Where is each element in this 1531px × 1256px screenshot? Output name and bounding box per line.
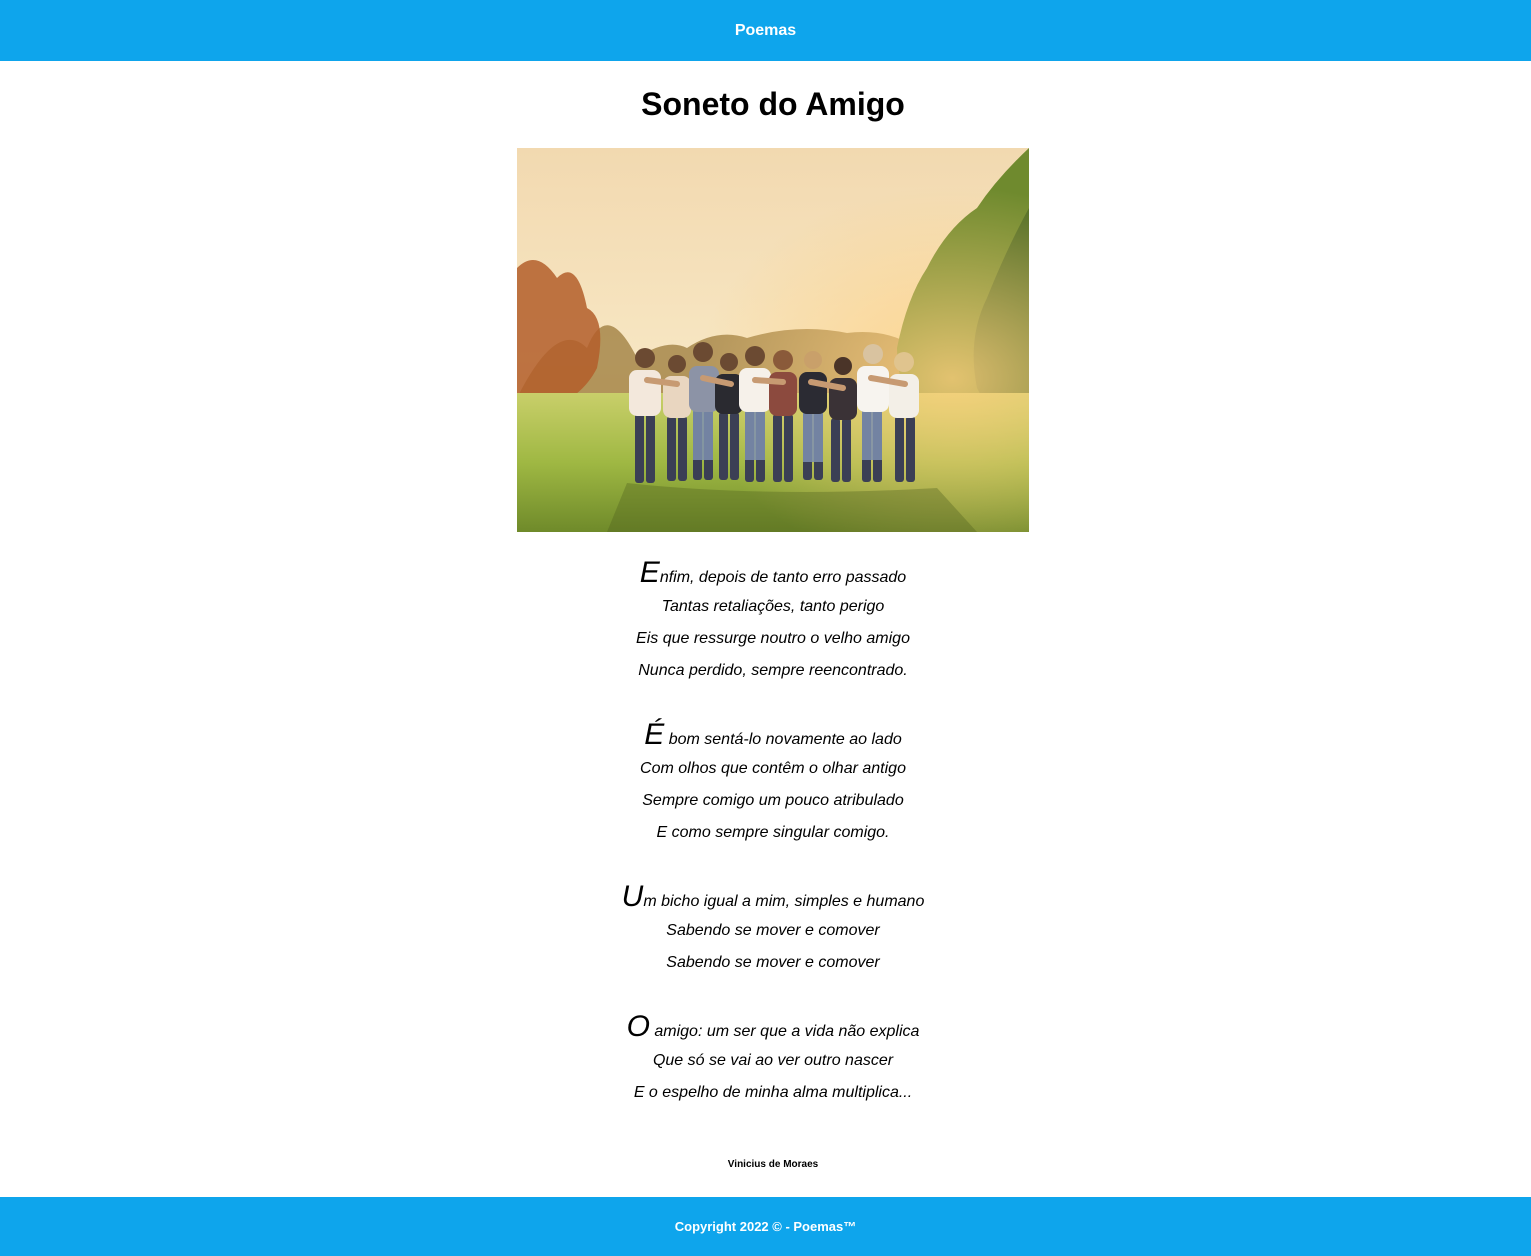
poem-line: O amigo: um ser que a vida não explica: [626, 1010, 920, 1043]
poem-line: Tantas retaliações, tanto perigo: [661, 598, 885, 615]
stanza-3: Um bicho igual a mim, simples e humano S…: [0, 882, 1531, 979]
poem-line: Que só se vai ao ver outro nascer: [652, 1052, 894, 1069]
poem-author: Vinicius de Moraes: [727, 1159, 819, 1170]
poem-line: Nunca perdido, sempre reencontrado.: [638, 662, 908, 679]
hero-image: [517, 148, 1029, 532]
poem-line: Eis que ressurge noutro o velho amigo: [636, 630, 910, 647]
stanza-1: Enfim, depois de tanto erro passado Tant…: [0, 558, 1531, 687]
poem: Enfim, depois de tanto erro passado Tant…: [0, 558, 1531, 1142]
poem-line: E o espelho de minha alma multiplica...: [633, 1084, 913, 1101]
poem-line: E como sempre singular comigo.: [656, 824, 890, 841]
poem-line: Sempre comigo um pouco atribulado: [642, 792, 904, 809]
stanza-4: O amigo: um ser que a vida não explica Q…: [0, 1012, 1531, 1109]
page-title: Soneto do Amigo: [641, 86, 905, 122]
stanza-2: É bom sentá-lo novamente ao lado Com olh…: [0, 720, 1531, 849]
poem-line: Um bicho igual a mim, simples e humano: [621, 880, 925, 913]
drop-cap: É: [644, 718, 665, 751]
drop-cap: U: [621, 880, 644, 913]
poem-line: É bom sentá-lo novamente ao lado: [644, 718, 902, 751]
copyright-text: Copyright 2022 © - Poemas™: [674, 1219, 857, 1234]
poem-line: Com olhos que contêm o olhar antigo: [640, 760, 906, 777]
footer: Copyright 2022 © - Poemas™: [0, 1197, 1531, 1256]
poem-line: Sabendo se mover e comover: [666, 922, 880, 939]
drop-cap: O: [626, 1010, 650, 1043]
poem-line: Sabendo se mover e comover: [666, 954, 880, 971]
site-title-link[interactable]: Poemas: [735, 22, 796, 40]
poem-line: Enfim, depois de tanto erro passado: [639, 556, 907, 589]
drop-cap: E: [639, 556, 660, 589]
top-navbar: Poemas: [0, 0, 1531, 61]
